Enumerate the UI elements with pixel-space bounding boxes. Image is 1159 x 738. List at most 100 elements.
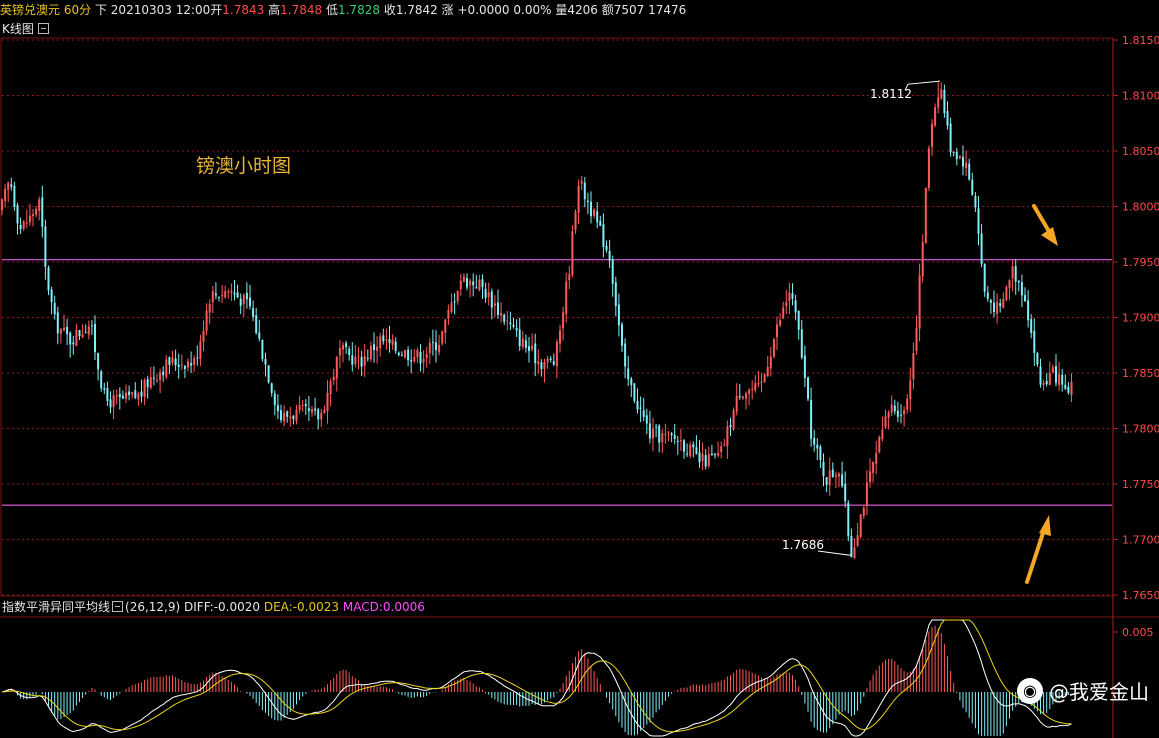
candle-body	[1051, 367, 1054, 373]
candle-body	[106, 388, 109, 401]
candle-body	[1045, 380, 1048, 385]
candle-body	[583, 182, 586, 200]
candle-body	[531, 345, 534, 350]
candle-body	[664, 433, 667, 435]
candle-body	[16, 205, 19, 224]
candles	[1, 82, 1073, 559]
candle-body	[1020, 282, 1023, 296]
candle-body	[53, 302, 56, 315]
macd-dea-line	[1, 619, 1072, 733]
candle-body	[937, 97, 940, 108]
candle-body	[177, 364, 180, 367]
candle-body	[156, 379, 158, 381]
candle-body	[1, 199, 3, 211]
candle-body	[307, 408, 310, 411]
candle-body	[118, 393, 121, 398]
candle-body	[292, 415, 295, 420]
candle-body	[416, 350, 419, 358]
arrow-head	[1039, 515, 1051, 536]
candle-body	[366, 357, 369, 359]
candle-body	[686, 453, 689, 455]
candle-body	[506, 320, 509, 322]
price-tick-label: 1.7650	[1122, 589, 1159, 602]
macd-params: (26,12,9)	[125, 600, 181, 614]
candle-body	[667, 431, 670, 433]
candle-body	[683, 440, 685, 452]
candle-body	[608, 250, 611, 261]
candle-body	[143, 380, 146, 398]
candle-body	[1042, 383, 1045, 385]
candle-body	[958, 156, 961, 159]
candle-body	[552, 361, 555, 365]
watermark: ◉ @我爱金山	[1017, 676, 1149, 705]
candle-body	[270, 383, 273, 393]
candle-body	[509, 322, 512, 325]
candle-body	[47, 267, 50, 291]
candle-body	[1024, 295, 1026, 302]
candle-body	[404, 350, 406, 358]
price-tick-label: 1.8150	[1122, 34, 1159, 47]
candle-body	[834, 475, 837, 477]
candle-body	[208, 303, 211, 313]
candle-body	[1058, 374, 1061, 385]
candle-body	[1002, 298, 1005, 308]
candle-body	[1030, 319, 1033, 333]
candle-body	[1011, 266, 1014, 279]
candle-body	[435, 342, 437, 351]
candle-body	[168, 357, 171, 365]
arrow-shaft	[1032, 204, 1052, 235]
candle-body	[72, 342, 75, 345]
weibo-logo-icon: ◉	[1017, 677, 1043, 704]
candle-body	[983, 264, 986, 292]
candle-body	[199, 341, 202, 360]
candle-body	[841, 474, 844, 486]
candle-body	[540, 362, 543, 369]
candle-body	[81, 334, 84, 338]
candle-body	[441, 331, 444, 344]
candle-body	[636, 401, 639, 410]
macd-collapse-icon[interactable]	[112, 601, 124, 612]
candle-body	[311, 409, 313, 413]
candle-body	[741, 396, 744, 399]
candle-body	[481, 279, 484, 288]
candle-body	[965, 162, 968, 169]
candle-body	[25, 222, 28, 224]
candle-body	[896, 410, 899, 417]
low-marker-label: 1.7686	[782, 538, 824, 552]
candle-body	[993, 302, 995, 313]
candle-body	[803, 355, 806, 378]
candle-body	[497, 302, 499, 315]
candle-body	[348, 348, 351, 355]
chart-annotation: 镑澳小时图	[196, 155, 292, 177]
candle-body	[596, 211, 599, 223]
candle-body	[577, 185, 580, 213]
candle-body	[66, 327, 69, 335]
candle-body	[878, 437, 881, 453]
candle-body	[828, 470, 831, 486]
candlestick-chart[interactable]: 1.8150 1.8100 1.8050 1.8000 1.7950 1.7900 1.78…	[0, 0, 1159, 738]
candle-body	[261, 339, 264, 359]
candle-body	[205, 310, 208, 331]
candle-body	[776, 324, 778, 338]
candle-body	[757, 382, 760, 384]
candle-body	[605, 245, 608, 251]
candle-body	[1033, 330, 1036, 353]
candle-body	[633, 383, 636, 401]
candle-body	[44, 226, 47, 267]
candle-body	[723, 444, 726, 446]
candle-body	[162, 371, 165, 376]
candle-body	[351, 355, 354, 365]
candle-body	[1027, 300, 1030, 321]
candle-body	[940, 89, 943, 99]
candle-body	[872, 461, 875, 473]
candle-body	[658, 425, 661, 443]
candle-body	[63, 327, 65, 331]
candle-body	[425, 353, 428, 359]
candle-body	[332, 376, 335, 381]
candle-body	[369, 345, 372, 360]
candle-body	[242, 294, 245, 305]
candle-body	[797, 310, 800, 330]
candle-body	[41, 197, 44, 227]
candle-body	[555, 341, 558, 367]
candle-body	[621, 324, 623, 346]
